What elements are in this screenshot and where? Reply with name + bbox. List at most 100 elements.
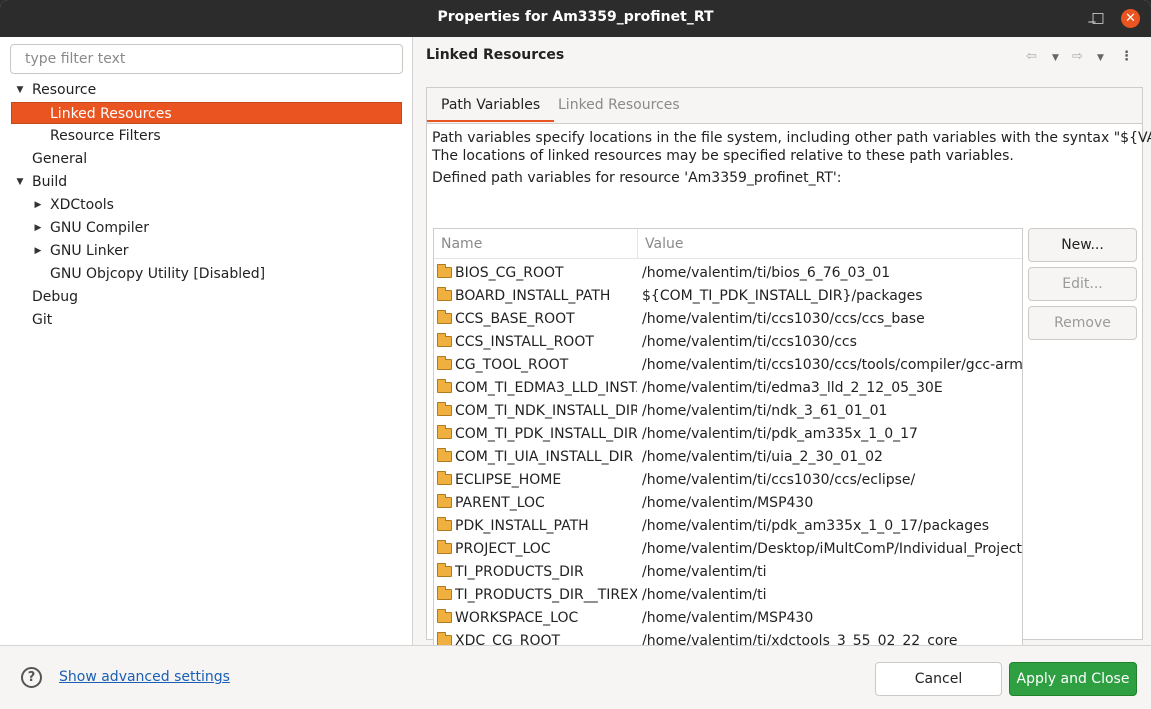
column-header-name[interactable]: Name [434,229,638,259]
edit-button[interactable]: Edit... [1028,267,1137,301]
variable-name: COM_TI_EDMA3_LLD_INSTA [455,380,637,396]
cancel-button[interactable]: Cancel [875,662,1002,696]
back-arrow-icon[interactable]: ⇦ [1026,49,1037,64]
description-line-1: Path variables specify locations in the … [432,130,1151,146]
folder-icon [437,517,452,531]
folder-icon [437,609,452,623]
table-row[interactable]: PARENT_LOC/home/valentim/MSP430 [434,492,1022,515]
cell-name: COM_TI_NDK_INSTALL_DIR [437,400,637,423]
folder-icon [437,540,452,554]
expand-toggle-icon[interactable]: ▶ [33,194,43,216]
cell-name: COM_TI_PDK_INSTALL_DIR [437,423,637,446]
apply-and-close-button[interactable]: Apply and Close [1009,662,1137,696]
tab-path-variables[interactable]: Path Variables [427,88,555,122]
expand-toggle-icon[interactable]: ▶ [33,240,43,262]
expand-toggle-icon[interactable]: ▶ [33,217,43,239]
column-header-value[interactable]: Value [638,229,1022,259]
tree-item-debug[interactable]: Debug [32,286,78,308]
folder-icon [437,264,452,278]
variable-value: /home/valentim/Desktop/iMultComP/Individ… [642,541,1022,557]
close-icon[interactable]: ✕ [1121,9,1140,28]
tree-item-gnu-objcopy-utility-disabled[interactable]: GNU Objcopy Utility [Disabled] [50,263,265,285]
variable-value: /home/valentim/ti/ndk_3_61_01_01 [642,403,888,419]
variable-name: BIOS_CG_ROOT [455,265,564,281]
variable-name: PDK_INSTALL_PATH [455,518,589,534]
tree-item-git[interactable]: Git [32,309,52,331]
window-title: Properties for Am3359_profinet_RT [437,9,714,25]
table-row[interactable]: CG_TOOL_ROOT/home/valentim/ti/ccs1030/cc… [434,354,1022,377]
cell-name: BOARD_INSTALL_PATH [437,285,637,308]
variable-value: /home/valentim/ti/ccs1030/ccs/tools/comp… [642,357,1022,373]
variable-name: COM_TI_NDK_INSTALL_DIR [455,403,637,419]
table-row[interactable]: TI_PRODUCTS_DIR__TIREX/home/valentim/ti [434,584,1022,607]
variable-name: ECLIPSE_HOME [455,472,562,488]
table-row[interactable]: BIOS_CG_ROOT/home/valentim/ti/bios_6_76_… [434,262,1022,285]
cell-name: COM_TI_UIA_INSTALL_DIR [437,446,637,469]
cell-name: WORKSPACE_LOC [437,607,637,630]
tree-item-general[interactable]: General [32,148,87,170]
forward-arrow-icon[interactable]: ⇨ [1072,49,1083,64]
table-header: Name Value [434,229,1022,259]
tree-item-gnu-compiler[interactable]: GNU Compiler [50,217,149,239]
variable-value: /home/valentim/ti [642,587,767,603]
variable-name: TI_PRODUCTS_DIR [455,564,584,580]
table-row[interactable]: BOARD_INSTALL_PATH ${COM_TI_PDK_INSTALL_D… [434,285,1022,308]
path-variables-table[interactable]: Name Value BIOS_CG_ROOT/home/valentim/ti… [433,228,1023,672]
category-pane: ▼ ResourceLinked ResourcesResource Filter… [0,37,413,645]
cell-name: TI_PRODUCTS_DIR [437,561,637,584]
tree-item-resource-filters[interactable]: Resource Filters [50,125,161,147]
table-row[interactable]: COM_TI_EDMA3_LLD_INSTA/home/valentim/ti/… [434,377,1022,400]
variable-value: /home/valentim/MSP430 [642,495,814,511]
back-dropdown-icon[interactable]: ▼ [1052,53,1059,63]
variable-value: /home/valentim/MSP430 [642,610,814,626]
description-line-2: The locations of linked resources may be… [432,148,1014,164]
expand-toggle-icon[interactable]: ▼ [15,79,25,101]
folder-icon [437,471,452,485]
table-row[interactable]: TI_PRODUCTS_DIR/home/valentim/ti [434,561,1022,584]
cell-name: TI_PRODUCTS_DIR__TIREX [437,584,637,607]
table-row[interactable]: WORKSPACE_LOC/home/valentim/MSP430 [434,607,1022,630]
table-row[interactable]: ECLIPSE_HOME/home/valentim/ti/ccs1030/cc… [434,469,1022,492]
show-advanced-settings-link[interactable]: Show advanced settings [59,669,230,685]
cell-name: PROJECT_LOC [437,538,637,561]
variable-name: COM_TI_UIA_INSTALL_DIR [455,449,634,465]
table-row[interactable]: CCS_INSTALL_ROOT/home/valentim/ti/ccs103… [434,331,1022,354]
folder-icon [437,310,452,324]
table-row[interactable]: COM_TI_UIA_INSTALL_DIR/home/valentim/ti/… [434,446,1022,469]
help-icon[interactable]: ? [21,667,42,688]
variable-value: /home/valentim/ti/bios_6_76_03_01 [642,265,891,281]
folder-icon [437,494,452,508]
new-button[interactable]: New... [1028,228,1137,262]
variable-name: WORKSPACE_LOC [455,610,579,626]
tree-item-build[interactable]: Build [32,171,67,193]
forward-dropdown-icon[interactable]: ▼ [1097,53,1104,63]
variable-value: /home/valentim/ti/uia_2_30_01_02 [642,449,883,465]
table-row[interactable]: PROJECT_LOC/home/valentim/Desktop/iMultC… [434,538,1022,561]
folder-icon [437,402,452,416]
tab-linked-resources[interactable]: Linked Resources [544,88,694,122]
view-menu-icon[interactable]: ⋮ [1120,49,1133,64]
variable-name: PROJECT_LOC [455,541,551,557]
tree-item-linked-resources[interactable]: Linked Resources [11,102,402,124]
cell-name: PARENT_LOC [437,492,637,515]
filter-input[interactable] [10,44,403,74]
maximize-icon[interactable]: □ [1089,9,1107,27]
variable-value: ${COM_TI_PDK_INSTALL_DIR}/packages [642,288,923,304]
defined-variables-label: Defined path variables for resource 'Am3… [432,170,842,186]
table-row[interactable]: COM_TI_NDK_INSTALL_DIR/home/valentim/ti/… [434,400,1022,423]
tree-item-xdctools[interactable]: XDCtools [50,194,114,216]
variable-name: COM_TI_PDK_INSTALL_DIR [455,426,637,442]
table-row[interactable]: CCS_BASE_ROOT/home/valentim/ti/ccs1030/c… [434,308,1022,331]
variable-value: /home/valentim/ti/ccs1030/ccs/eclipse/ [642,472,916,488]
folder-icon [437,563,452,577]
tree-item-gnu-linker[interactable]: GNU Linker [50,240,129,262]
table-row[interactable]: PDK_INSTALL_PATH/home/valentim/ti/pdk_am… [434,515,1022,538]
cell-name: BIOS_CG_ROOT [437,262,637,285]
expand-toggle-icon[interactable]: ▼ [15,171,25,193]
tab-content: Path variables specify locations in the … [427,123,1151,672]
variable-name: TI_PRODUCTS_DIR__TIREX [455,587,637,603]
variable-name: CCS_INSTALL_ROOT [455,334,594,350]
table-row[interactable]: COM_TI_PDK_INSTALL_DIR/home/valentim/ti/… [434,423,1022,446]
remove-button[interactable]: Remove [1028,306,1137,340]
tree-item-resource[interactable]: Resource [32,79,96,101]
